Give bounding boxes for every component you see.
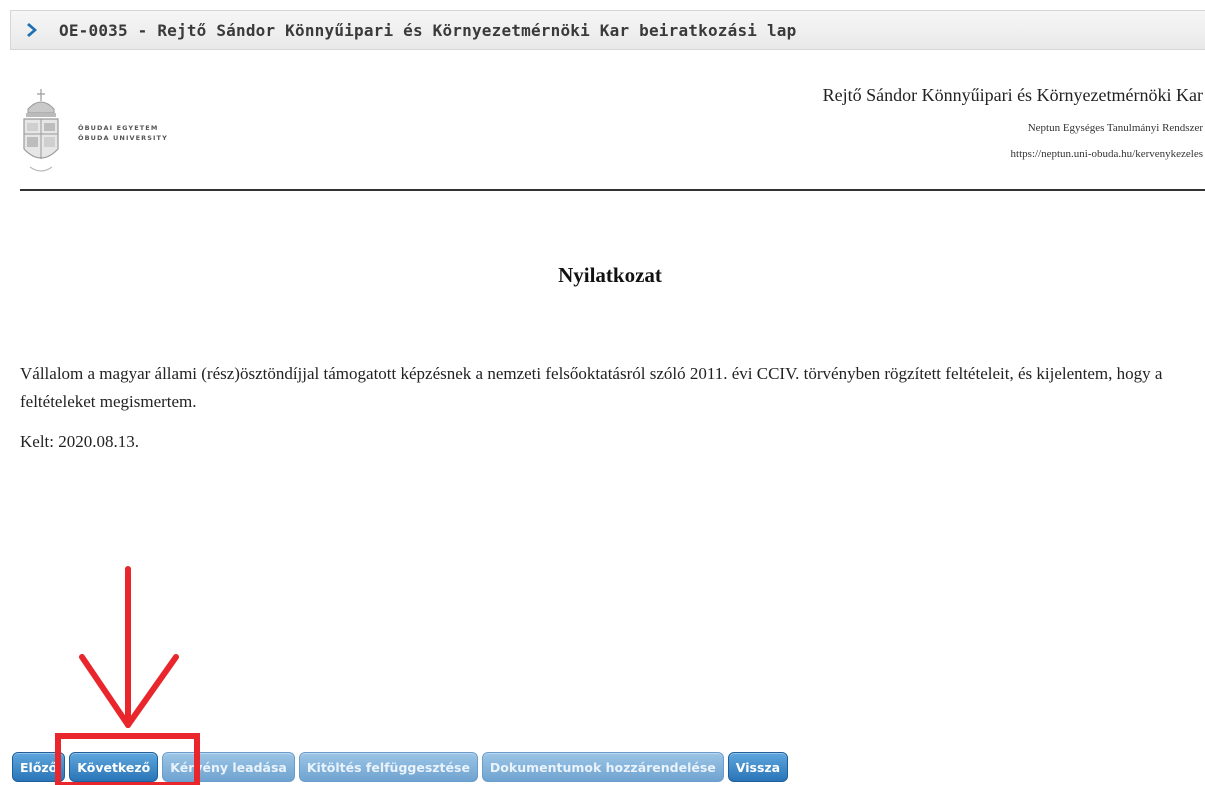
document-heading: Nyilatkozat [558,263,662,287]
declaration-text: Vállalom a magyar állami (rész)ösztöndíj… [20,364,1163,411]
university-name-hu: ÓBUDAI EGYETEM [78,123,159,132]
window-titlebar: OE-0035 - Rejtő Sándor Könnyűipari és Kö… [10,10,1205,50]
window-title: OE-0035 - Rejtő Sándor Könnyűipari és Kö… [59,20,797,40]
system-url: https://neptun.uni-obuda.hu/kervenykezel… [1010,148,1203,160]
header-divider [20,189,1205,191]
red-arrow-annotation [79,566,179,728]
document-date: Kelt: 2020.08.13. [20,432,139,451]
back-button[interactable]: Vissza [727,752,789,782]
suspend-filling-button[interactable]: Kitöltés felfüggesztése [298,752,478,782]
university-name-en: ÓBUDA UNIVERSITY [78,133,168,142]
university-name: ÓBUDAI EGYETEM ÓBUDA UNIVERSITY [78,123,168,143]
university-logo: ÓBUDAI EGYETEM ÓBUDA UNIVERSITY [20,85,200,180]
header-info: Rejtő Sándor Könnyűipari és Környezetmér… [823,85,1203,160]
attach-documents-button[interactable]: Dokumentumok hozzárendelése [481,752,724,782]
university-crest-icon [23,88,59,172]
chevron-right-icon[interactable] [23,20,43,40]
system-name: Neptun Egységes Tanulmányi Rendszer [1027,122,1203,134]
page: OE-0035 - Rejtő Sándor Könnyűipari és Kö… [0,0,1205,785]
faculty-name: Rejtő Sándor Könnyűipari és Környezetmér… [822,85,1203,105]
red-highlight-box [55,733,200,785]
